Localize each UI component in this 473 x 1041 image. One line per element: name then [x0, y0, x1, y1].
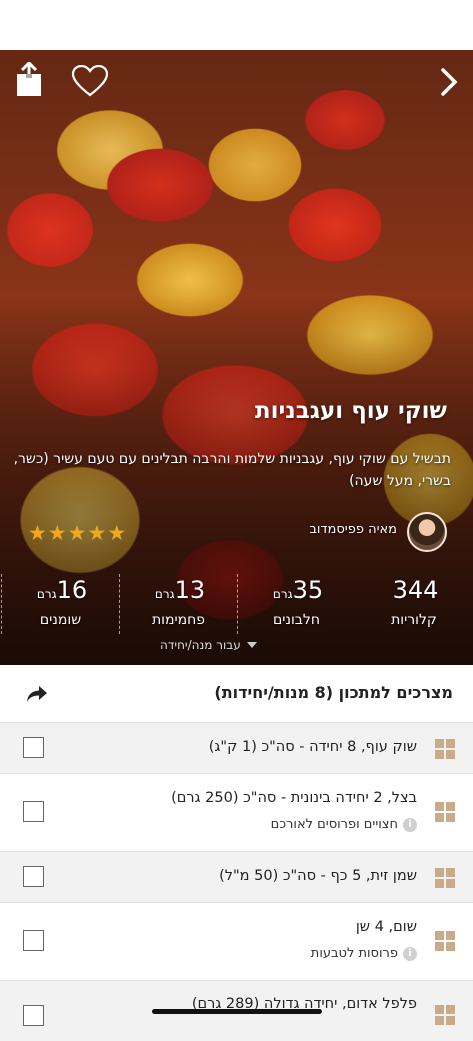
ingredient-checkbox[interactable]: [23, 801, 44, 822]
ingredient-row: בצל, 2 יחידה בינונית - סה"כ (250 גרם) i …: [0, 774, 473, 852]
stat-unit: גרם: [272, 587, 293, 601]
stat-label: קלוריות: [391, 612, 437, 628]
hero-overlay: [0, 50, 473, 665]
ingredient-row: שמן זית, 5 כף - סה"כ (50 מ"ל): [0, 852, 473, 903]
drag-grid-icon[interactable]: [435, 868, 455, 888]
back-button[interactable]: [436, 66, 462, 98]
stat-protein: 35גרם חלבונים: [237, 574, 355, 634]
caret-down-icon: [246, 642, 257, 648]
stat-value: 13: [174, 576, 206, 604]
ingredients-header: מצרכים למתכון (8 מנות/יחידות): [0, 665, 473, 723]
heart-icon: [71, 65, 109, 97]
per-serving-label: עבור מנה/יחידה: [160, 638, 241, 652]
drag-grid-icon[interactable]: [435, 739, 455, 759]
stat-label: שומנים: [39, 612, 82, 628]
share-icon: [17, 62, 41, 96]
drag-grid-icon[interactable]: [435, 931, 455, 951]
share-ingredients-button[interactable]: [26, 685, 48, 703]
ingredient-checkbox[interactable]: [23, 1005, 44, 1026]
star-icon: ★: [67, 521, 87, 545]
info-icon[interactable]: i: [403, 817, 417, 832]
forward-arrow-icon: [27, 686, 47, 702]
ingredient-checkbox[interactable]: [23, 737, 44, 758]
rating-stars[interactable]: ★ ★ ★ ★ ★: [28, 522, 126, 544]
ingredient-note-text: פרוסות לטבעות: [310, 946, 398, 961]
ingredient-note: i פרוסות לטבעות: [311, 946, 417, 961]
stat-fat: 16גרם שומנים: [1, 574, 119, 634]
ingredient-row: שוק עוף, 8 יחידה - סה"כ (1 ק"ג): [0, 723, 473, 774]
info-icon[interactable]: i: [403, 946, 417, 961]
favorite-button[interactable]: [70, 63, 110, 99]
ingredient-text: שום, 4 שן: [355, 919, 417, 935]
star-icon: ★: [28, 521, 47, 545]
recipe-description: תבשיל עם שוקי עוף, עגבניות שלמות והרבה ת…: [13, 451, 451, 489]
stat-unit: גרם: [154, 587, 175, 601]
stat-value: 344: [392, 576, 439, 604]
ingredient-row: שום, 4 שן i פרוסות לטבעות: [0, 903, 473, 981]
author-avatar[interactable]: [407, 512, 447, 552]
home-indicator[interactable]: [152, 1009, 322, 1014]
star-icon: ★: [87, 521, 107, 545]
share-button[interactable]: [14, 62, 44, 98]
stat-calories: 344 קלוריות: [355, 574, 473, 634]
ingredients-title: מצרכים למתכון (8 מנות/יחידות): [214, 683, 453, 702]
ingredient-checkbox[interactable]: [23, 930, 44, 951]
drag-grid-icon[interactable]: [435, 802, 455, 822]
status-bar: [0, 0, 473, 50]
author-name[interactable]: מאיה פפיסמדוב: [309, 522, 397, 537]
stat-carbs: 13גרם פחמימות: [119, 574, 237, 634]
nutrition-stats: 344 קלוריות 35גרם חלבונים 13גרם פחמימות …: [0, 574, 473, 634]
drag-grid-icon[interactable]: [435, 1005, 455, 1025]
star-icon: ★: [107, 521, 127, 545]
chevron-right-icon: [441, 68, 458, 96]
ingredient-checkbox[interactable]: [23, 866, 44, 887]
star-icon: ★: [47, 521, 67, 545]
ingredient-note: i חצויים ופרוסים לאורכם: [271, 817, 417, 832]
ingredient-text: בצל, 2 יחידה בינונית - סה"כ (250 גרם): [171, 790, 417, 806]
stat-label: חלבונים: [272, 612, 321, 628]
stat-label: פחמימות: [151, 612, 206, 628]
stat-value: 35: [292, 576, 324, 604]
per-serving-toggle[interactable]: עבור מנה/יחידה: [160, 638, 257, 652]
stat-value: 16: [56, 576, 88, 604]
ingredient-text: שוק עוף, 8 יחידה - סה"כ (1 ק"ג): [208, 739, 417, 755]
recipe-title: שוקי עוף ועגבניות: [254, 398, 447, 424]
ingredient-note-text: חצויים ופרוסים לאורכם: [270, 817, 398, 832]
ingredient-text: שמן זית, 5 כף - סה"כ (50 מ"ל): [219, 868, 417, 884]
stat-unit: גרם: [36, 587, 57, 601]
